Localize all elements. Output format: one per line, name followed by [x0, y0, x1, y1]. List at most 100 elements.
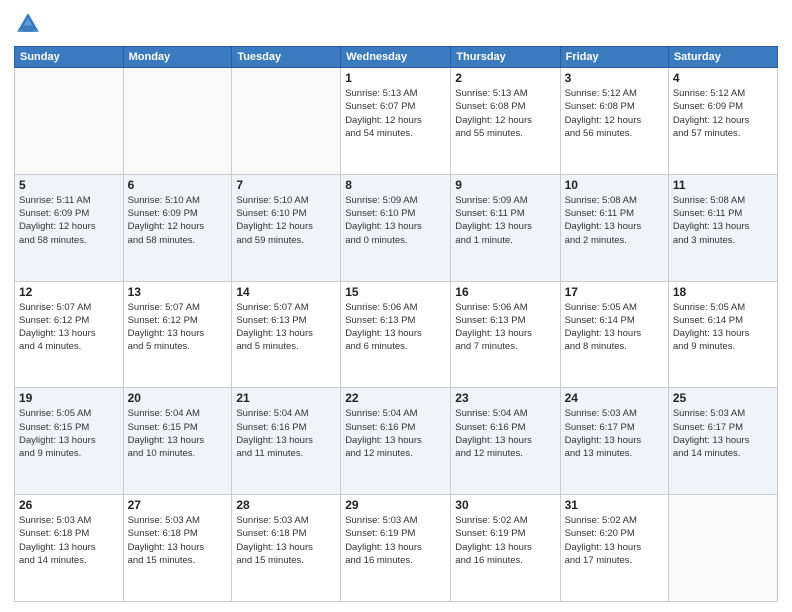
calendar-cell: 1Sunrise: 5:13 AM Sunset: 6:07 PM Daylig…: [341, 68, 451, 175]
calendar-cell: 8 Sunrise: 5:09 AM Sunset: 6:10 PM Daylig…: [341, 174, 451, 281]
day-number: 18: [673, 285, 773, 299]
weekday-header-monday: Monday: [123, 47, 232, 68]
calendar-week-2: 5Sunrise: 5:11 AM Sunset: 6:09 PM Daylig…: [15, 174, 778, 281]
day-info: Sunrise: 5:10 AM Sunset: 6:09 PM Dayligh…: [128, 194, 228, 247]
day-info: Sunrise: 5:12 AM Sunset: 6:09 PM Dayligh…: [673, 87, 773, 140]
day-info: Sunrise: 5:03 AM Sunset: 6:19 PM Dayligh…: [345, 514, 446, 567]
day-number: 4: [673, 71, 773, 85]
calendar-week-4: 19 Sunrise: 5:05 AM Sunset: 6:15 PM Dayli…: [15, 388, 778, 495]
calendar-body: 1Sunrise: 5:13 AM Sunset: 6:07 PM Daylig…: [15, 68, 778, 602]
day-info: Sunrise: 5:04 AM Sunset: 6:16 PM Dayligh…: [455, 407, 555, 460]
calendar-cell: 22Sunrise: 5:04 AM Sunset: 6:16 PM Dayli…: [341, 388, 451, 495]
day-number: 16: [455, 285, 555, 299]
calendar-cell: 9 Sunrise: 5:09 AM Sunset: 6:11 PM Daylig…: [451, 174, 560, 281]
calendar-cell: 27Sunrise: 5:03 AM Sunset: 6:18 PM Dayli…: [123, 495, 232, 602]
calendar-cell: 7Sunrise: 5:10 AM Sunset: 6:10 PM Daylig…: [232, 174, 341, 281]
weekday-header-tuesday: Tuesday: [232, 47, 341, 68]
page: SundayMondayTuesdayWednesdayThursdayFrid…: [0, 0, 792, 612]
calendar-cell: 29 Sunrise: 5:03 AM Sunset: 6:19 PM Dayli…: [341, 495, 451, 602]
day-number: 27: [128, 498, 228, 512]
day-number: 5: [19, 178, 119, 192]
calendar-cell: 16 Sunrise: 5:06 AM Sunset: 6:13 PM Dayli…: [451, 281, 560, 388]
day-info: Sunrise: 5:03 AM Sunset: 6:18 PM Dayligh…: [236, 514, 336, 567]
day-number: 2: [455, 71, 555, 85]
day-number: 1: [345, 71, 446, 85]
calendar-cell: [15, 68, 124, 175]
weekday-header-wednesday: Wednesday: [341, 47, 451, 68]
day-info: Sunrise: 5:03 AM Sunset: 6:18 PM Dayligh…: [19, 514, 119, 567]
calendar-cell: 24 Sunrise: 5:03 AM Sunset: 6:17 PM Dayli…: [560, 388, 668, 495]
calendar-cell: 20 Sunrise: 5:04 AM Sunset: 6:15 PM Dayli…: [123, 388, 232, 495]
header: [14, 10, 778, 38]
day-number: 22: [345, 391, 446, 405]
day-info: Sunrise: 5:05 AM Sunset: 6:14 PM Dayligh…: [565, 301, 664, 354]
calendar-cell: 19 Sunrise: 5:05 AM Sunset: 6:15 PM Dayli…: [15, 388, 124, 495]
calendar-cell: 18 Sunrise: 5:05 AM Sunset: 6:14 PM Dayli…: [668, 281, 777, 388]
day-info: Sunrise: 5:08 AM Sunset: 6:11 PM Dayligh…: [565, 194, 664, 247]
weekday-row: SundayMondayTuesdayWednesdayThursdayFrid…: [15, 47, 778, 68]
day-number: 12: [19, 285, 119, 299]
weekday-header-sunday: Sunday: [15, 47, 124, 68]
day-number: 30: [455, 498, 555, 512]
calendar-cell: 23Sunrise: 5:04 AM Sunset: 6:16 PM Dayli…: [451, 388, 560, 495]
day-number: 20: [128, 391, 228, 405]
weekday-header-friday: Friday: [560, 47, 668, 68]
calendar-cell: 3Sunrise: 5:12 AM Sunset: 6:08 PM Daylig…: [560, 68, 668, 175]
day-info: Sunrise: 5:05 AM Sunset: 6:14 PM Dayligh…: [673, 301, 773, 354]
calendar-cell: 4 Sunrise: 5:12 AM Sunset: 6:09 PM Daylig…: [668, 68, 777, 175]
calendar-header: SundayMondayTuesdayWednesdayThursdayFrid…: [15, 47, 778, 68]
day-number: 3: [565, 71, 664, 85]
calendar-cell: 13 Sunrise: 5:07 AM Sunset: 6:12 PM Dayli…: [123, 281, 232, 388]
calendar-week-3: 12 Sunrise: 5:07 AM Sunset: 6:12 PM Dayli…: [15, 281, 778, 388]
calendar-cell: [668, 495, 777, 602]
calendar-week-5: 26 Sunrise: 5:03 AM Sunset: 6:18 PM Dayli…: [15, 495, 778, 602]
day-number: 31: [565, 498, 664, 512]
day-number: 11: [673, 178, 773, 192]
calendar-cell: 26 Sunrise: 5:03 AM Sunset: 6:18 PM Dayli…: [15, 495, 124, 602]
day-number: 14: [236, 285, 336, 299]
calendar-cell: 25Sunrise: 5:03 AM Sunset: 6:17 PM Dayli…: [668, 388, 777, 495]
day-info: Sunrise: 5:02 AM Sunset: 6:19 PM Dayligh…: [455, 514, 555, 567]
day-info: Sunrise: 5:09 AM Sunset: 6:11 PM Dayligh…: [455, 194, 555, 247]
calendar-cell: 5Sunrise: 5:11 AM Sunset: 6:09 PM Daylig…: [15, 174, 124, 281]
day-info: Sunrise: 5:13 AM Sunset: 6:08 PM Dayligh…: [455, 87, 555, 140]
calendar-cell: 11 Sunrise: 5:08 AM Sunset: 6:11 PM Dayli…: [668, 174, 777, 281]
day-number: 24: [565, 391, 664, 405]
calendar: SundayMondayTuesdayWednesdayThursdayFrid…: [14, 46, 778, 602]
logo-icon: [14, 10, 42, 38]
day-number: 15: [345, 285, 446, 299]
calendar-cell: 6 Sunrise: 5:10 AM Sunset: 6:09 PM Daylig…: [123, 174, 232, 281]
calendar-cell: 21Sunrise: 5:04 AM Sunset: 6:16 PM Dayli…: [232, 388, 341, 495]
day-info: Sunrise: 5:07 AM Sunset: 6:12 PM Dayligh…: [128, 301, 228, 354]
calendar-cell: [123, 68, 232, 175]
day-number: 10: [565, 178, 664, 192]
calendar-cell: 14 Sunrise: 5:07 AM Sunset: 6:13 PM Dayli…: [232, 281, 341, 388]
calendar-cell: 30 Sunrise: 5:02 AM Sunset: 6:19 PM Dayli…: [451, 495, 560, 602]
day-number: 19: [19, 391, 119, 405]
day-info: Sunrise: 5:04 AM Sunset: 6:15 PM Dayligh…: [128, 407, 228, 460]
day-info: Sunrise: 5:07 AM Sunset: 6:13 PM Dayligh…: [236, 301, 336, 354]
day-info: Sunrise: 5:03 AM Sunset: 6:17 PM Dayligh…: [565, 407, 664, 460]
day-info: Sunrise: 5:06 AM Sunset: 6:13 PM Dayligh…: [455, 301, 555, 354]
calendar-cell: 28Sunrise: 5:03 AM Sunset: 6:18 PM Dayli…: [232, 495, 341, 602]
calendar-cell: 31Sunrise: 5:02 AM Sunset: 6:20 PM Dayli…: [560, 495, 668, 602]
day-number: 26: [19, 498, 119, 512]
calendar-cell: 10 Sunrise: 5:08 AM Sunset: 6:11 PM Dayli…: [560, 174, 668, 281]
day-info: Sunrise: 5:07 AM Sunset: 6:12 PM Dayligh…: [19, 301, 119, 354]
day-number: 8: [345, 178, 446, 192]
day-info: Sunrise: 5:08 AM Sunset: 6:11 PM Dayligh…: [673, 194, 773, 247]
day-info: Sunrise: 5:03 AM Sunset: 6:17 PM Dayligh…: [673, 407, 773, 460]
day-number: 13: [128, 285, 228, 299]
calendar-cell: [232, 68, 341, 175]
day-number: 9: [455, 178, 555, 192]
calendar-cell: 17Sunrise: 5:05 AM Sunset: 6:14 PM Dayli…: [560, 281, 668, 388]
day-info: Sunrise: 5:09 AM Sunset: 6:10 PM Dayligh…: [345, 194, 446, 247]
day-number: 29: [345, 498, 446, 512]
day-number: 6: [128, 178, 228, 192]
calendar-cell: 2 Sunrise: 5:13 AM Sunset: 6:08 PM Daylig…: [451, 68, 560, 175]
calendar-week-1: 1Sunrise: 5:13 AM Sunset: 6:07 PM Daylig…: [15, 68, 778, 175]
day-info: Sunrise: 5:06 AM Sunset: 6:13 PM Dayligh…: [345, 301, 446, 354]
calendar-cell: 12 Sunrise: 5:07 AM Sunset: 6:12 PM Dayli…: [15, 281, 124, 388]
day-number: 7: [236, 178, 336, 192]
day-info: Sunrise: 5:05 AM Sunset: 6:15 PM Dayligh…: [19, 407, 119, 460]
